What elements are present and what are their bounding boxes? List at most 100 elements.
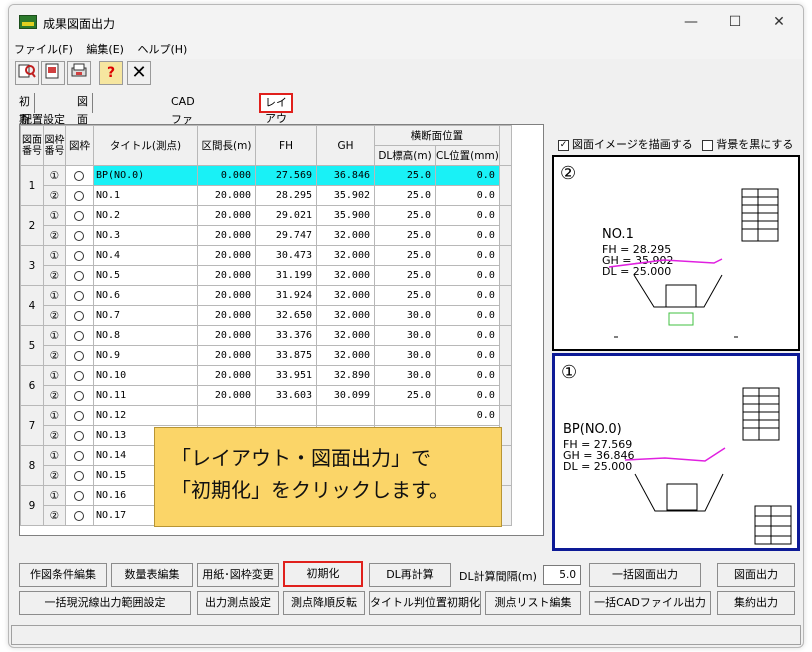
interval-cell[interactable]: 20.000 [197, 265, 256, 286]
maximize-button[interactable]: ☐ [713, 9, 757, 35]
summary-output-button[interactable]: 集約出力 [717, 591, 795, 615]
gh-cell[interactable]: 32.000 [316, 345, 375, 366]
dl-cell[interactable]: 30.0 [374, 365, 436, 386]
preview-frame-2[interactable]: ② NO.1 FH = 28.295 GH = 35.902 DL = 25.0… [552, 155, 800, 351]
grid-scrollbar-track[interactable] [498, 365, 512, 406]
table-row[interactable]: 5 ① NO.8 20.000 33.376 32.000 30.0 0.0 [20, 325, 512, 366]
cl-cell[interactable]: 0.0 [435, 305, 500, 326]
preview-frame-1[interactable]: ① BP(NO.0) FH = 27.569 GH = 36.846 DL = … [552, 353, 800, 551]
table-row[interactable]: ② NO.11 20.000 33.603 30.099 25.0 0.0 [21, 385, 512, 406]
menu-file[interactable]: ファイル(F) [9, 39, 78, 59]
interval-cell[interactable]: 20.000 [197, 225, 256, 246]
batch-drawing-output-button[interactable]: 一括図面出力 [589, 563, 701, 587]
fh-cell[interactable] [255, 405, 317, 426]
dl-cell[interactable]: 25.0 [374, 265, 436, 286]
frame-radio-cell[interactable] [65, 285, 94, 306]
edit-drawing-conditions-button[interactable]: 作図条件編集 [19, 563, 107, 587]
cl-cell[interactable]: 0.0 [435, 165, 500, 186]
interval-cell[interactable]: 20.000 [197, 305, 256, 326]
interval-cell[interactable]: 0.000 [197, 165, 256, 186]
frame-radio-cell[interactable] [65, 485, 94, 506]
table-row[interactable]: ② NO.1 20.000 28.295 35.902 25.0 0.0 [21, 185, 512, 206]
frame-radio[interactable] [73, 390, 84, 401]
fh-cell[interactable]: 28.295 [255, 185, 317, 206]
dl-cell[interactable]: 30.0 [374, 325, 436, 346]
frame-radio-cell[interactable] [65, 305, 94, 326]
fh-cell[interactable]: 29.021 [255, 205, 317, 226]
interval-cell[interactable]: 20.000 [197, 365, 256, 386]
interval-cell[interactable]: 20.000 [197, 245, 256, 266]
frame-radio-cell[interactable] [65, 345, 94, 366]
cl-cell[interactable]: 0.0 [435, 325, 500, 346]
tab-layout-output[interactable]: レイアウト・図面出力 [259, 93, 293, 173]
frame-radio-cell[interactable] [65, 265, 94, 286]
gh-cell[interactable] [316, 405, 375, 426]
tab-title-settings[interactable]: 図面タイトル設定 [73, 93, 93, 234]
dl-cell[interactable]: 30.0 [374, 305, 436, 326]
table-row[interactable]: ② NO.5 20.000 31.199 32.000 25.0 0.0 [21, 265, 512, 286]
table-row[interactable]: 7 ① NO.12 0.0 [20, 405, 512, 446]
gh-cell[interactable]: 32.000 [316, 285, 375, 306]
frame-radio-cell[interactable] [65, 165, 94, 186]
frame-radio-cell[interactable] [65, 225, 94, 246]
frame-radio[interactable] [73, 450, 84, 461]
tab-cad-settings[interactable]: CADファイル設定 [167, 93, 199, 162]
drawing-output-button[interactable]: 図面出力 [717, 563, 795, 587]
dl-recalculate-button[interactable]: DL再計算 [369, 563, 451, 587]
grid-scrollbar-track[interactable] [498, 285, 512, 326]
grid-scrollbar-track[interactable] [498, 205, 512, 246]
frame-radio[interactable] [73, 190, 84, 201]
frame-radio-cell[interactable] [65, 445, 94, 466]
fh-cell[interactable]: 32.650 [255, 305, 317, 326]
black-bg-checkbox[interactable] [702, 139, 714, 151]
exit-icon[interactable]: ✕ [127, 61, 151, 85]
cl-cell[interactable]: 0.0 [435, 245, 500, 266]
table-row[interactable]: 6 ① NO.10 20.000 33.951 32.890 30.0 0.0 [20, 365, 512, 406]
frame-radio[interactable] [73, 330, 84, 341]
gh-cell[interactable]: 32.000 [316, 245, 375, 266]
cl-cell[interactable]: 0.0 [435, 365, 500, 386]
frame-radio[interactable] [73, 430, 84, 441]
interval-cell[interactable]: 20.000 [197, 345, 256, 366]
dl-cell[interactable]: 25.0 [374, 225, 436, 246]
gh-cell[interactable]: 35.902 [316, 185, 375, 206]
print-preview-icon[interactable] [41, 61, 65, 85]
dl-cell[interactable]: 25.0 [374, 385, 436, 406]
output-points-setting-button[interactable]: 出力測点設定 [197, 591, 279, 615]
frame-radio[interactable] [73, 230, 84, 241]
dl-cell[interactable]: 25.0 [374, 165, 436, 186]
gh-cell[interactable]: 32.000 [316, 325, 375, 346]
dl-interval-input[interactable]: 5.0 [543, 565, 581, 585]
fh-cell[interactable]: 29.747 [255, 225, 317, 246]
dl-cell[interactable] [374, 405, 436, 426]
title-cell[interactable]: NO.3 [93, 225, 198, 246]
gh-cell[interactable]: 32.000 [316, 265, 375, 286]
frame-radio-cell[interactable] [65, 245, 94, 266]
title-cell[interactable]: NO.12 [93, 405, 198, 426]
cl-cell[interactable]: 0.0 [435, 225, 500, 246]
interval-cell[interactable]: 20.000 [197, 385, 256, 406]
dl-cell[interactable]: 25.0 [374, 285, 436, 306]
interval-cell[interactable]: 20.000 [197, 185, 256, 206]
fh-cell[interactable]: 33.376 [255, 325, 317, 346]
title-cell[interactable]: NO.11 [93, 385, 198, 406]
title-cell[interactable]: NO.7 [93, 305, 198, 326]
table-row[interactable]: ② NO.9 20.000 33.875 32.000 30.0 0.0 [21, 345, 512, 366]
title-cell[interactable]: NO.10 [93, 365, 198, 386]
frame-radio-cell[interactable] [65, 205, 94, 226]
cl-cell[interactable]: 0.0 [435, 265, 500, 286]
fh-cell[interactable]: 33.951 [255, 365, 317, 386]
grid-scrollbar-track[interactable] [498, 325, 512, 366]
draw-image-checkbox[interactable]: ✓ [558, 139, 569, 151]
fh-cell[interactable]: 30.473 [255, 245, 317, 266]
cl-cell[interactable]: 0.0 [435, 185, 500, 206]
frame-radio[interactable] [73, 490, 84, 501]
title-cell[interactable]: BP(NO.0) [93, 165, 198, 186]
frame-radio[interactable] [73, 250, 84, 261]
interval-cell[interactable]: 20.000 [197, 205, 256, 226]
table-row[interactable]: 1 ① BP(NO.0) 0.000 27.569 36.846 25.0 0.0 [20, 165, 512, 206]
dl-cell[interactable]: 25.0 [374, 245, 436, 266]
frame-radio-cell[interactable] [65, 465, 94, 486]
frame-radio[interactable] [73, 270, 84, 281]
frame-radio-cell[interactable] [65, 425, 94, 446]
